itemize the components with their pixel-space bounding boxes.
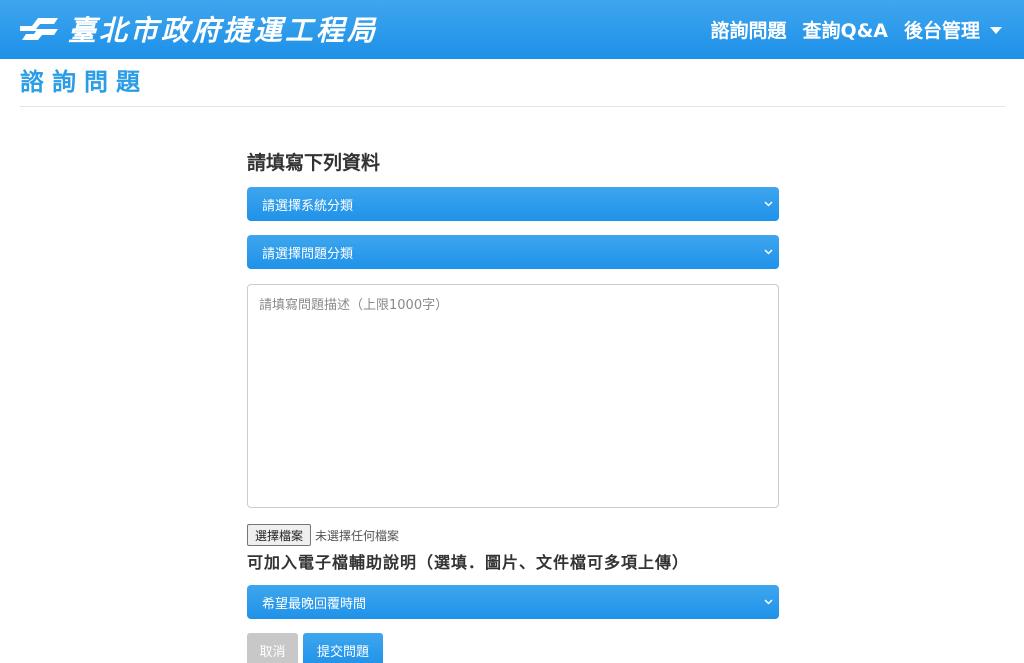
nav-link-qa[interactable]: 查詢Q&A (803, 16, 888, 43)
question-category-select[interactable]: 請選擇問題分類 (247, 235, 779, 269)
system-category-select[interactable]: 請選擇系統分類 (247, 187, 779, 221)
title-divider (20, 106, 1005, 107)
brand[interactable]: 臺北市政府捷運工程局 (18, 10, 378, 48)
system-category-select-value: 請選擇系統分類 (262, 198, 354, 214)
chevron-down-icon (763, 597, 773, 607)
nav-link-admin-dropdown[interactable]: 後台管理 (904, 16, 1002, 43)
submit-button[interactable]: 提交問題 (303, 633, 383, 663)
nav-link-admin-label: 後台管理 (903, 20, 980, 42)
brand-name: 臺北市政府捷運工程局 (68, 14, 379, 47)
metro-logo-icon (18, 13, 60, 45)
file-help-text: 可加入電子檔輔助說明（選填．圖片、文件檔可多項上傳） (247, 553, 690, 572)
question-category-select-value: 請選擇問題分類 (262, 246, 354, 262)
choose-file-button[interactable]: 選擇檔案 (247, 524, 312, 546)
form-heading: 請填寫下列資料 (247, 152, 381, 174)
top-navbar: 臺北市政府捷運工程局 諮詢問題 查詢Q&A 後台管理 (0, 0, 1024, 59)
reply-time-select-value: 希望最晚回覆時間 (262, 596, 367, 612)
file-status: 未選擇任何檔案 (315, 528, 400, 543)
cancel-button[interactable]: 取消 (247, 633, 298, 663)
description-textarea[interactable] (247, 284, 779, 508)
caret-down-icon (990, 27, 1002, 34)
file-upload-row: 選擇檔案 未選擇任何檔案 (247, 524, 399, 546)
nav-links: 諮詢問題 查詢Q&A 後台管理 (711, 0, 1002, 59)
nav-link-consult[interactable]: 諮詢問題 (711, 16, 787, 43)
chevron-down-icon (763, 247, 773, 257)
chevron-down-icon (763, 199, 773, 209)
page-title: 諮詢問題 (20, 68, 148, 96)
reply-time-select[interactable]: 希望最晚回覆時間 (247, 585, 779, 619)
